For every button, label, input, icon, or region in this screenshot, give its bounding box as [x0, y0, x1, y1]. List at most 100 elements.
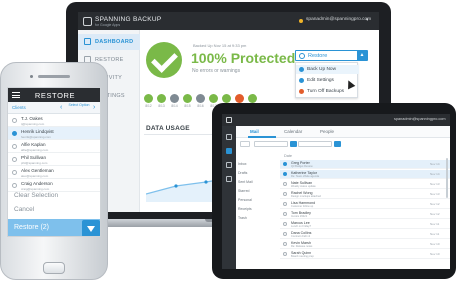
folder-item[interactable]: Sent Mail — [238, 180, 282, 184]
clear-selection-button[interactable]: Clear Selection — [14, 192, 58, 199]
message-date: Nov 11 — [430, 232, 440, 236]
tab-select-option[interactable]: Select Option — [68, 103, 90, 107]
row-checkbox[interactable] — [283, 162, 287, 166]
chevron-up-icon[interactable]: ▲ — [357, 51, 367, 60]
client-list-item[interactable]: Alfie Kaplan alfie@spanning.com — [8, 140, 100, 153]
row-checkbox[interactable] — [283, 212, 287, 216]
message-row[interactable]: Katherine Taylor Re: Team offsite agenda N… — [280, 170, 450, 179]
user-email-menu[interactable]: spanadmin@spanningpro.com — [306, 17, 371, 22]
row-checkbox[interactable] — [283, 202, 287, 206]
nav-label: RESTORE — [95, 57, 124, 63]
client-email: alfie@spanning.com — [21, 147, 49, 152]
data-usage-title: DATA USAGE — [146, 125, 190, 132]
menu-item-label: Back Up Now — [307, 67, 337, 72]
user-email-menu[interactable]: spanadmin@spanningpro.com — [394, 117, 446, 121]
phone-speaker — [38, 75, 70, 78]
select-radio[interactable] — [12, 183, 17, 188]
search-input[interactable] — [298, 141, 332, 147]
dashboard-icon[interactable] — [226, 134, 232, 140]
backup-day-indicator[interactable] — [183, 94, 192, 103]
laptop-topbar: SPANNING BACKUP for Google Apps spanadmi… — [78, 12, 379, 30]
row-checkbox[interactable] — [283, 232, 287, 236]
chevron-right-icon[interactable]: › — [93, 104, 95, 111]
page-title: RESTORE — [34, 91, 76, 100]
backup-day-indicator[interactable] — [157, 94, 166, 103]
home-button[interactable] — [43, 262, 65, 274]
backup-day-indicator[interactable] — [196, 94, 205, 103]
restore-icon[interactable] — [226, 148, 232, 154]
folder-item[interactable]: Drafts — [238, 171, 282, 175]
backup-day-indicator[interactable] — [144, 94, 153, 103]
restore-icon — [299, 53, 305, 59]
select-all-checkbox[interactable] — [240, 141, 250, 147]
tab-clients[interactable]: Clients — [12, 105, 26, 110]
client-list-item[interactable]: Phil Sullivan phil@spanning.com — [8, 153, 100, 166]
message-row[interactable]: Marcus Lee Lunch on Friday? Nov 11 — [280, 220, 450, 229]
message-row[interactable]: Greg Porter Q3 Budget Review Nov 14 — [280, 160, 450, 169]
select-radio[interactable] — [12, 144, 17, 149]
select-radio[interactable] — [12, 170, 17, 175]
message-row[interactable]: Lisa Hammond Customer follow up Nov 12 — [280, 200, 450, 209]
restore-count-button[interactable]: Restore (2) — [14, 224, 49, 231]
select-radio[interactable] — [12, 131, 17, 136]
backup-day-label: 8/16 — [197, 104, 204, 108]
tab-calendar[interactable]: Calendar — [284, 129, 302, 134]
devices-scene: SPANNING BACKUP for Google Apps spanadmi… — [0, 0, 457, 282]
backup-day-indicator[interactable] — [222, 94, 231, 103]
message-row[interactable]: Tom Bradley Invoice #4421 Nov 12 — [280, 210, 450, 219]
backup-day-indicator[interactable] — [248, 94, 257, 103]
nav-dashboard[interactable]: DASHBOARD — [78, 34, 140, 50]
client-email: phil@spanning.com — [21, 160, 48, 165]
message-row[interactable]: Nate Sullivan Weekly status update Nov 13 — [280, 180, 450, 189]
spanning-logo-icon — [83, 17, 92, 26]
row-checkbox[interactable] — [283, 222, 287, 226]
message-row[interactable]: Sarah Quinn Board meeting prep Nov 10 — [280, 250, 450, 259]
backup-day-indicator[interactable] — [209, 94, 218, 103]
phone-topbar: RESTORE — [8, 88, 100, 102]
folder-item[interactable]: Personal — [238, 198, 282, 202]
close-icon — [299, 89, 304, 94]
activity-icon[interactable] — [226, 162, 232, 168]
chevron-down-icon[interactable]: ▾ — [366, 17, 369, 23]
row-checkbox[interactable] — [283, 192, 287, 196]
message-row[interactable]: Dana Collins Contract draft v2 Nov 11 — [280, 230, 450, 239]
message-subject: Invoice #4421 — [291, 215, 308, 218]
download-icon[interactable] — [82, 220, 100, 236]
message-row[interactable]: Rachel Wong Design mockups attached Nov 13 — [280, 190, 450, 199]
cancel-button[interactable]: Cancel — [14, 206, 34, 213]
folder-item[interactable]: Receipts — [238, 207, 282, 211]
phone-screen: RESTORE Clients ‹ Select Option › T.J. O… — [7, 87, 101, 237]
message-row[interactable]: Kevin Marsh Re: Release notes Nov 10 — [280, 240, 450, 249]
client-list-item[interactable]: Craig Anderson craig@spanning.com — [8, 179, 100, 192]
menu-item-back-up-now[interactable]: Back Up Now — [296, 65, 359, 74]
row-checkbox[interactable] — [283, 252, 287, 256]
client-list-item[interactable]: Henrik Lindqvist henrik@spanning.com — [8, 127, 100, 140]
client-list-item[interactable]: Alex Gentleman alex@spanning.com — [8, 166, 100, 179]
tab-people[interactable]: People — [320, 129, 334, 134]
client-name: Phil Sullivan — [21, 155, 47, 160]
menu-item-label: Turn Off Backups — [307, 89, 345, 94]
row-checkbox[interactable] — [283, 242, 287, 246]
gear-icon[interactable] — [226, 176, 232, 182]
folder-item[interactable]: Inbox — [238, 162, 282, 166]
brand-name: SPANNING BACKUP — [95, 16, 162, 23]
scrollbar[interactable] — [446, 158, 448, 198]
backup-day-indicator[interactable] — [170, 94, 179, 103]
backup-day-indicator[interactable] — [235, 94, 244, 103]
row-checkbox[interactable] — [283, 182, 287, 186]
message-subject: Board meeting prep — [291, 255, 314, 258]
date-filter-button[interactable] — [290, 141, 297, 147]
date-filter-select[interactable] — [254, 141, 288, 147]
select-radio[interactable] — [12, 157, 17, 162]
folder-item[interactable]: Starred — [238, 189, 282, 193]
tablet-sidebar — [222, 126, 236, 269]
row-checkbox[interactable] — [283, 172, 287, 176]
gear-icon — [299, 78, 304, 83]
search-button[interactable] — [334, 141, 341, 147]
chevron-left-icon[interactable]: ‹ — [60, 104, 62, 111]
restore-button[interactable]: Restore ▲ — [295, 50, 368, 61]
select-radio[interactable] — [12, 118, 17, 123]
client-list-item[interactable]: T.J. Oakes tj@spanning.com — [8, 114, 100, 127]
folder-item[interactable]: Trash — [238, 216, 282, 220]
tab-mail[interactable]: Mail — [250, 129, 259, 134]
